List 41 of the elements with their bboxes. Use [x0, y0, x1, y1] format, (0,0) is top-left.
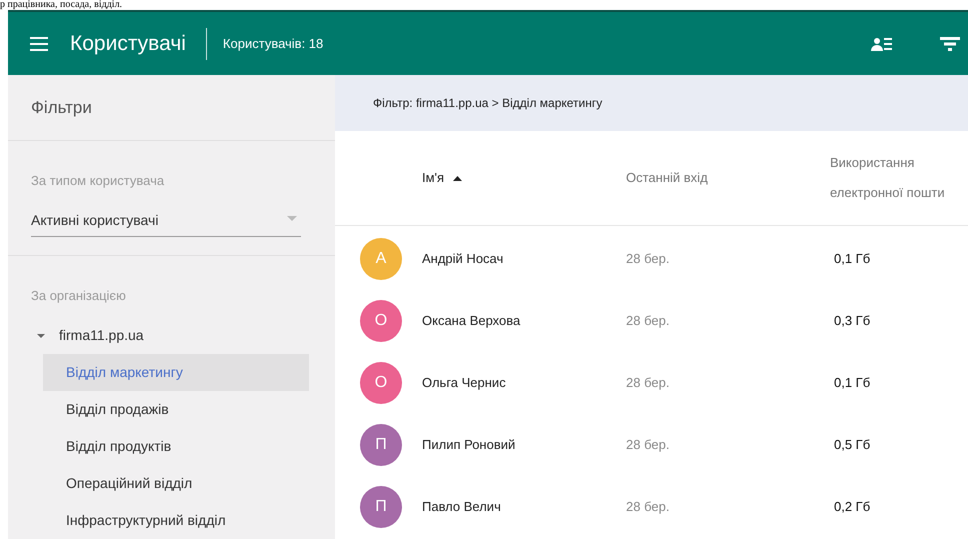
last-login: 28 бер.: [626, 498, 670, 516]
filter-label: За типом користувача: [31, 172, 164, 190]
caret-icon[interactable]: [37, 332, 45, 340]
page-caption: р працівника, посада, відділ.: [0, 0, 122, 10]
last-login: 28 бер.: [626, 312, 670, 330]
user-name: Андрій Носач: [422, 250, 504, 268]
email-usage: 0,1 Гб: [834, 250, 870, 268]
user-avatar: П: [360, 424, 402, 466]
user-name: Пилип Роновий: [422, 436, 516, 454]
tree-item[interactable]: Операційний відділ: [43, 465, 309, 502]
tree-item[interactable]: Відділ продажів: [43, 391, 309, 428]
email-usage: 0,3 Гб: [834, 312, 870, 330]
tree-item[interactable]: Відділ маркетингу: [43, 354, 309, 391]
last-login: 28 бер.: [626, 374, 670, 392]
user-type-dropdown[interactable]: Активні користувачі: [31, 210, 301, 238]
user-avatar: П: [360, 486, 402, 528]
tree-item[interactable]: firma11.pp.ua: [59, 325, 144, 346]
column-header[interactable]: Останній вхід: [626, 168, 708, 188]
last-login: 28 бер.: [626, 436, 670, 454]
menu-icon[interactable]: [28, 34, 50, 52]
user-name: Оксана Верхова: [422, 312, 520, 330]
user-avatar: А: [360, 238, 402, 280]
email-usage: 0,2 Гб: [834, 498, 870, 516]
email-usage: 0,5 Гб: [834, 436, 870, 454]
email-usage: 0,1 Гб: [834, 374, 870, 392]
filter-breadcrumb: Фільтр: firma11.pp.ua > Відділ маркетингу: [373, 95, 602, 112]
sidebar-title: Фільтри: [31, 96, 92, 119]
column-header[interactable]: Використання електронної пошти: [830, 148, 968, 208]
user-count: Користувачів: 18: [222, 34, 324, 53]
last-login: 28 бер.: [626, 250, 670, 268]
dropdown-arrow-icon: [287, 216, 297, 222]
tree-item[interactable]: Інфраструктурний відділ: [43, 502, 309, 539]
user-name: Ольга Чернис: [422, 374, 506, 392]
user-avatar: О: [360, 362, 402, 404]
user-avatar: О: [360, 300, 402, 342]
column-header[interactable]: Ім'я: [422, 168, 462, 188]
page-title: Користувачі: [70, 30, 186, 57]
user-name: Павло Велич: [422, 498, 501, 516]
filter-icon[interactable]: [940, 36, 960, 52]
tree-item[interactable]: Відділ продуктів: [43, 428, 309, 465]
filter-label: За організацією: [31, 286, 126, 305]
